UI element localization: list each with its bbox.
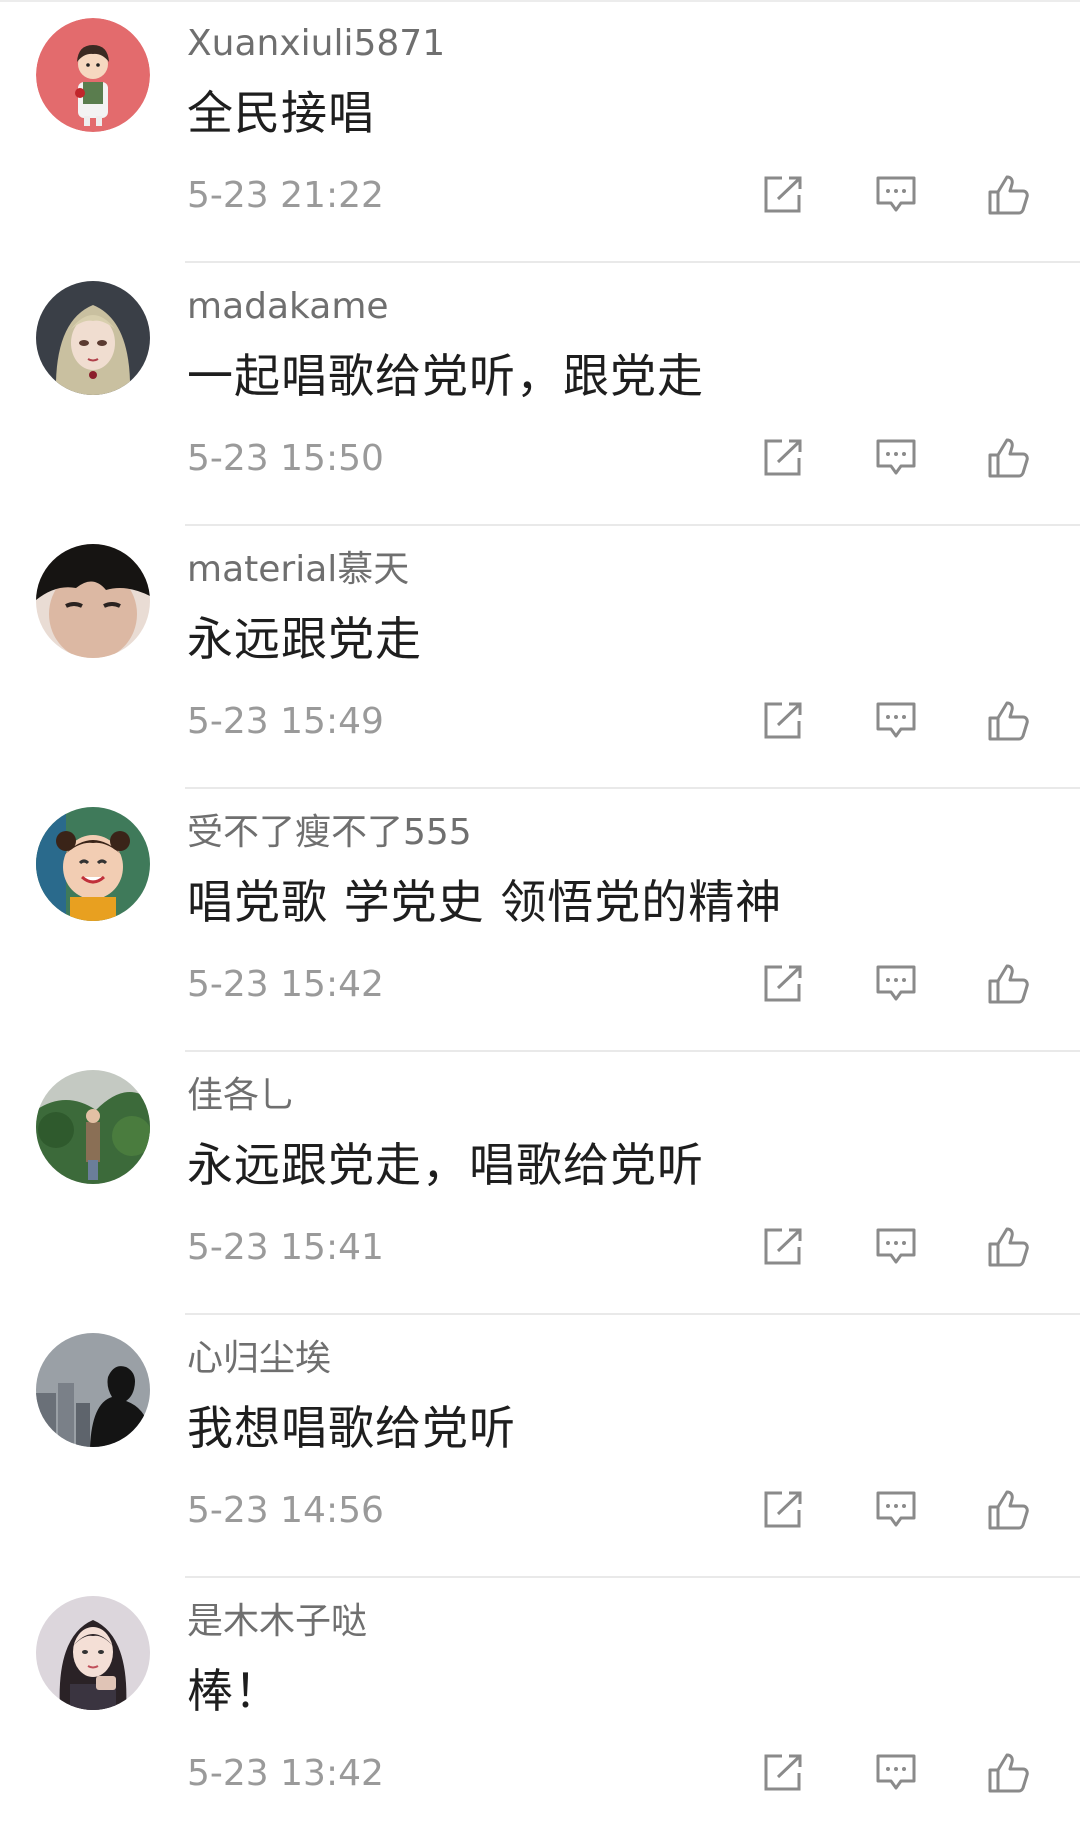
divider [0, 0, 1080, 2]
reply-button[interactable] [871, 1485, 921, 1535]
like-button[interactable] [984, 1222, 1034, 1272]
reply-button[interactable] [871, 696, 921, 746]
comment-text: 永远跟党走，唱歌给党听 [187, 1138, 704, 1192]
thumbs-up-icon [988, 964, 1029, 1004]
reply-button[interactable] [871, 433, 921, 483]
comment-icon [876, 1491, 916, 1527]
share-icon [764, 1491, 802, 1528]
username[interactable]: 心归尘埃 [187, 1335, 331, 1383]
reply-button[interactable] [871, 1748, 921, 1798]
comment-icon [876, 176, 916, 212]
share-icon [764, 439, 802, 476]
comment-item: 佳各乚 永远跟党走，唱歌给党听 5-23 15:41 [0, 1052, 1080, 1315]
like-button[interactable] [984, 1485, 1034, 1535]
share-icon [764, 1228, 802, 1265]
comment-list: Xuanxiuli5871 全民接唱 5-23 21:22 madakame 一… [0, 0, 1080, 1794]
comment-item: material慕天 永远跟党走 5-23 15:49 [0, 526, 1080, 789]
reply-button[interactable] [871, 959, 921, 1009]
timestamp: 5-23 13:42 [187, 1753, 384, 1794]
thumbs-up-icon [988, 1227, 1029, 1267]
timestamp: 5-23 15:42 [187, 964, 384, 1005]
avatar[interactable] [36, 18, 150, 132]
like-button[interactable] [984, 696, 1034, 746]
comment-icon [876, 702, 916, 738]
timestamp: 5-23 14:56 [187, 1490, 384, 1531]
avatar[interactable] [36, 807, 150, 921]
reply-button[interactable] [871, 1222, 921, 1272]
timestamp: 5-23 21:22 [187, 175, 384, 216]
username[interactable]: Xuanxiuli5871 [187, 20, 445, 68]
username[interactable]: 是木木子哒 [187, 1598, 367, 1646]
timestamp: 5-23 15:50 [187, 438, 384, 479]
thumbs-up-icon [988, 438, 1029, 478]
share-button[interactable] [758, 959, 808, 1009]
avatar[interactable] [36, 1596, 150, 1710]
timestamp: 5-23 15:41 [187, 1227, 384, 1268]
reply-button[interactable] [871, 170, 921, 220]
username[interactable]: 佳各乚 [187, 1072, 295, 1120]
thumbs-up-icon [988, 701, 1029, 741]
comment-text: 我想唱歌给党听 [187, 1401, 516, 1455]
share-icon [764, 702, 802, 739]
comment-text: 唱党歌 学党史 领悟党的精神 [187, 875, 783, 929]
comment-icon [876, 965, 916, 1001]
share-button[interactable] [758, 1222, 808, 1272]
comment-text: 永远跟党走 [187, 612, 422, 666]
avatar[interactable] [36, 1070, 150, 1184]
comment-item: Xuanxiuli5871 全民接唱 5-23 21:22 [0, 0, 1080, 263]
comment-item: 受不了瘦不了555 唱党歌 学党史 领悟党的精神 5-23 15:42 [0, 789, 1080, 1052]
share-icon [764, 176, 802, 213]
username[interactable]: material慕天 [187, 546, 409, 594]
thumbs-up-icon [988, 175, 1029, 215]
comment-icon [876, 439, 916, 475]
share-button[interactable] [758, 696, 808, 746]
comment-item: madakame 一起唱歌给党听，跟党走 5-23 15:50 [0, 263, 1080, 526]
share-icon [764, 1754, 802, 1791]
comment-text: 一起唱歌给党听，跟党走 [187, 349, 704, 403]
comment-icon [876, 1228, 916, 1264]
username[interactable]: 受不了瘦不了555 [187, 809, 472, 857]
comment-text: 全民接唱 [187, 86, 375, 140]
comment-icon [876, 1754, 916, 1790]
share-icon [764, 965, 802, 1002]
share-button[interactable] [758, 433, 808, 483]
thumbs-up-icon [988, 1490, 1029, 1530]
comment-item: 心归尘埃 我想唱歌给党听 5-23 14:56 [0, 1315, 1080, 1578]
like-button[interactable] [984, 959, 1034, 1009]
like-button[interactable] [984, 433, 1034, 483]
share-button[interactable] [758, 1485, 808, 1535]
like-button[interactable] [984, 170, 1034, 220]
avatar[interactable] [36, 544, 150, 658]
like-button[interactable] [984, 1748, 1034, 1798]
avatar[interactable] [36, 281, 150, 395]
share-button[interactable] [758, 170, 808, 220]
comment-item: 是木木子哒 棒！ 5-23 13:42 [0, 1578, 1080, 1841]
avatar[interactable] [36, 1333, 150, 1447]
comment-text: 棒！ [187, 1664, 281, 1718]
thumbs-up-icon [988, 1753, 1029, 1793]
timestamp: 5-23 15:49 [187, 701, 384, 742]
share-button[interactable] [758, 1748, 808, 1798]
username[interactable]: madakame [187, 283, 389, 331]
